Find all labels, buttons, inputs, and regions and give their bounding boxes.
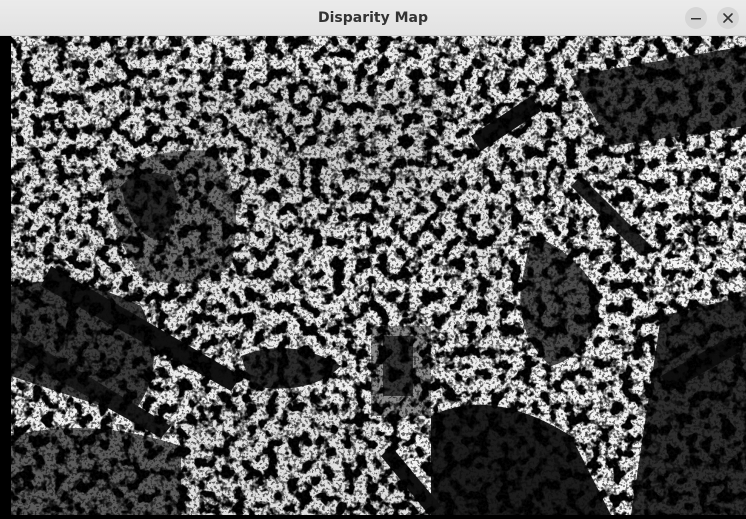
image-border-left xyxy=(0,36,11,519)
image-border-bottom xyxy=(0,515,746,519)
disparity-map-image xyxy=(11,36,746,515)
disparity-map-window: Disparity Map xyxy=(0,0,746,519)
window-title: Disparity Map xyxy=(317,10,429,26)
title-bar[interactable]: Disparity Map xyxy=(0,0,746,36)
image-viewport xyxy=(0,36,746,519)
minimize-icon xyxy=(691,18,701,20)
close-icon xyxy=(723,13,733,23)
minimize-button[interactable] xyxy=(685,7,707,29)
close-button[interactable] xyxy=(717,7,739,29)
